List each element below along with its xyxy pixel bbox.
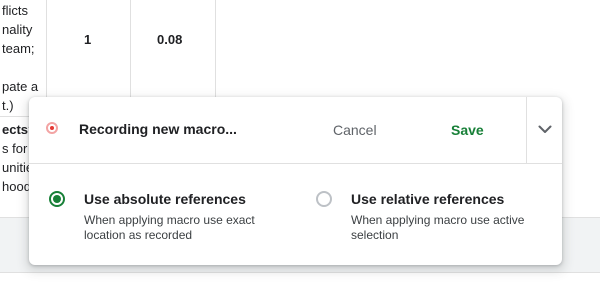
cell-text: t.) <box>2 98 14 113</box>
cell-text: hood <box>2 179 31 194</box>
cell-text: s for <box>2 141 28 156</box>
radio-unselected-icon[interactable] <box>316 191 332 207</box>
record-icon <box>46 122 58 134</box>
option-title: Use relative references <box>351 191 505 207</box>
cell-text: team; <box>2 41 35 56</box>
option-description: When applying macro use exact location a… <box>84 213 255 242</box>
option-title: Use absolute references <box>84 191 246 207</box>
radio-selected-icon[interactable] <box>49 191 65 207</box>
cell-text: pate a <box>2 79 39 94</box>
macro-recording-panel: Recording new macro... Cancel Save Use a… <box>29 97 562 265</box>
collapse-button[interactable] <box>527 97 562 163</box>
cell-text: nality <box>2 22 33 37</box>
save-button[interactable]: Save <box>443 113 492 147</box>
panel-header: Recording new macro... Cancel Save <box>29 97 562 164</box>
chevron-down-icon <box>538 125 552 133</box>
cancel-button[interactable]: Cancel <box>325 113 385 147</box>
recording-label: Recording new macro... <box>79 121 237 137</box>
cell-value[interactable]: 0.08 <box>157 32 182 47</box>
option-description: When applying macro use active selection <box>351 213 525 242</box>
cell-text: flicts <box>2 3 28 18</box>
cell-value[interactable]: 1 <box>84 32 91 47</box>
